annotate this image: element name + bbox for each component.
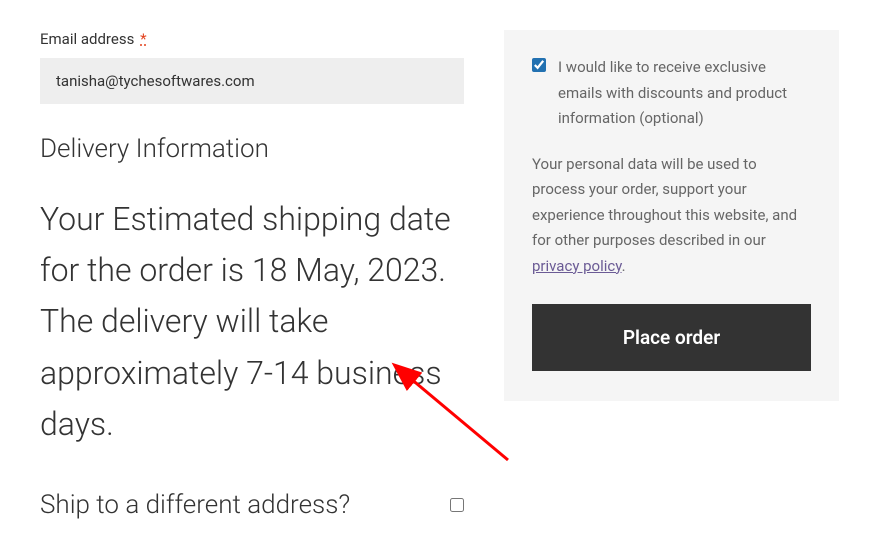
email-input[interactable] bbox=[40, 58, 464, 104]
delivery-heading: Delivery Information bbox=[40, 134, 464, 164]
privacy-text-suffix: . bbox=[622, 257, 626, 275]
ship-different-label: Ship to a different address? bbox=[40, 490, 350, 520]
privacy-text: Your personal data will be used to proce… bbox=[532, 152, 811, 280]
order-sidebar: I would like to receive exclusive emails… bbox=[504, 30, 839, 401]
required-asterisk: * bbox=[140, 30, 146, 48]
right-column: I would like to receive exclusive emails… bbox=[504, 30, 839, 520]
left-column: Email address * Delivery Information You… bbox=[40, 30, 464, 520]
checkout-container: Email address * Delivery Information You… bbox=[0, 0, 879, 520]
place-order-button[interactable]: Place order bbox=[532, 304, 811, 371]
email-label: Email address * bbox=[40, 30, 464, 48]
marketing-consent-checkbox[interactable] bbox=[532, 58, 546, 72]
email-label-text: Email address bbox=[40, 30, 134, 48]
delivery-message: Your Estimated shipping date for the ord… bbox=[40, 194, 464, 450]
privacy-policy-link[interactable]: privacy policy bbox=[532, 257, 622, 275]
ship-different-checkbox[interactable] bbox=[450, 498, 464, 512]
consent-text: I would like to receive exclusive emails… bbox=[558, 55, 811, 132]
privacy-text-prefix: Your personal data will be used to proce… bbox=[532, 155, 797, 250]
email-form-group: Email address * bbox=[40, 30, 464, 104]
ship-different-row: Ship to a different address? bbox=[40, 490, 464, 520]
consent-row: I would like to receive exclusive emails… bbox=[532, 55, 811, 132]
